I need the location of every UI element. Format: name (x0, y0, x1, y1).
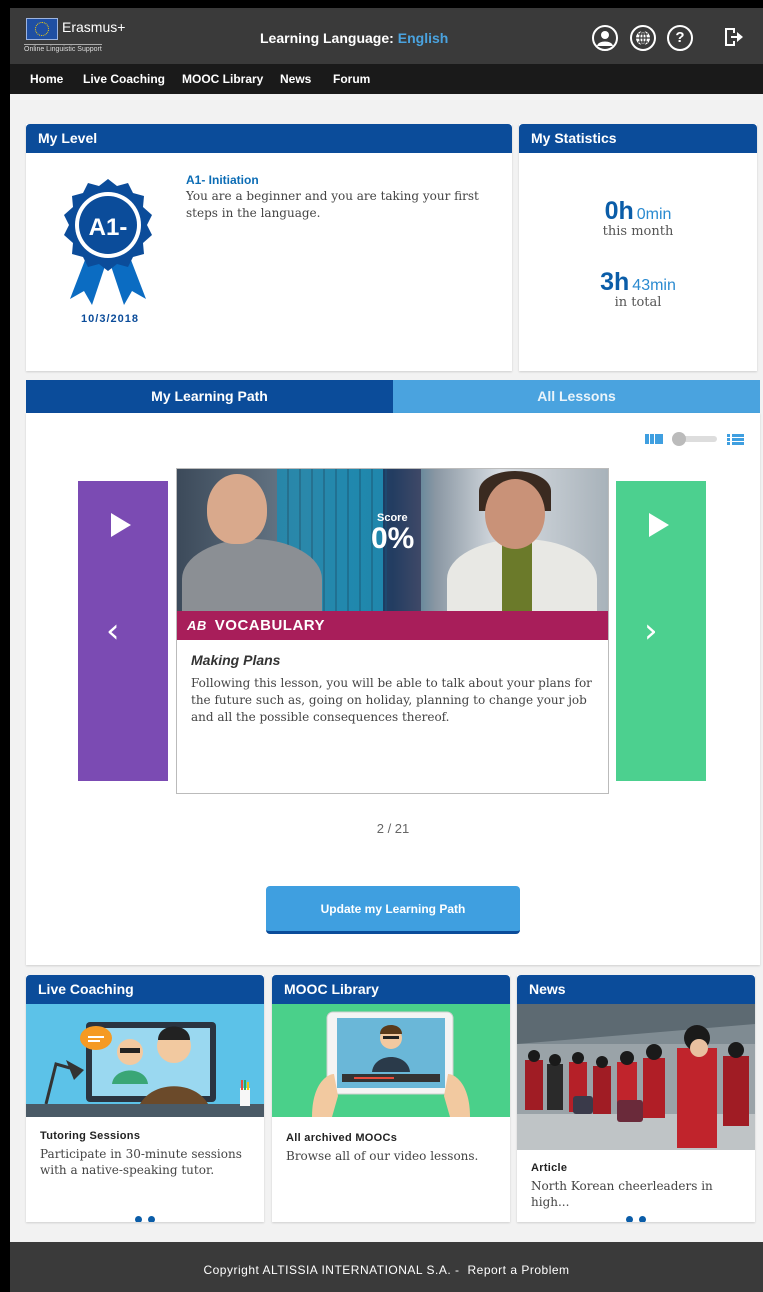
news-item-desc: North Korean cheerleaders in high... (531, 1179, 713, 1209)
lesson-pager: 2 / 21 (376, 821, 410, 836)
stat-month-hours: 0h (604, 197, 634, 225)
erasmus-logo[interactable]: Erasmus+ Online Linguistic Support (24, 16, 134, 56)
next-lesson-button[interactable]: › (616, 481, 706, 781)
news-card[interactable]: News Article North Korean cheerleaders i… (517, 975, 755, 1222)
brand-subtitle: Online Linguistic Support (24, 44, 102, 53)
tab-all-lessons[interactable]: All Lessons (393, 380, 760, 413)
live-coaching-dots[interactable] (26, 1210, 264, 1222)
main-nav: Home Live Coaching MOOC Library News For… (10, 64, 763, 94)
previous-lesson-button[interactable]: ‹ (78, 481, 168, 781)
nav-home[interactable]: Home (30, 72, 63, 86)
score-value: 0% (371, 522, 415, 555)
live-coaching-item-desc: Participate in 30-minute sessions with a… (40, 1147, 242, 1177)
stat-this-month: 0h 0min this month (519, 197, 757, 239)
update-learning-path-button[interactable]: Update my Learning Path (266, 886, 520, 934)
live-coaching-title: Live Coaching (26, 975, 264, 1004)
live-coaching-card[interactable]: Live Coaching Tutoring Sessions Particip… (26, 975, 264, 1222)
live-coaching-illustration (26, 1004, 264, 1117)
play-icon (111, 513, 131, 537)
list-view-icon (727, 434, 744, 445)
footer-copyright: Copyright ALTISSIA INTERNATIONAL S.A. - (203, 1263, 460, 1277)
mooc-library-card[interactable]: MOOC Library All archived MOOCs Browse a… (272, 975, 510, 1222)
mooc-library-title: MOOC Library (272, 975, 510, 1004)
user-icon[interactable] (592, 25, 618, 51)
level-description: You are a beginner and you are taking yo… (186, 189, 479, 220)
chevron-right-icon: › (644, 611, 658, 651)
mooc-illustration (272, 1004, 510, 1117)
help-icon[interactable]: ? (667, 25, 693, 51)
live-coaching-item-title: Tutoring Sessions (40, 1130, 141, 1142)
stat-month-minutes: 0min (636, 206, 672, 223)
news-title: News (517, 975, 755, 1004)
learning-language-label: Learning Language: (260, 30, 394, 46)
grid-view-icon (645, 434, 663, 444)
badge-text: A1- (89, 214, 128, 241)
learning-path-panel: ‹ Score 0% AB VOCABULARY Making Plans Fol… (26, 413, 760, 965)
my-statistics-card: My Statistics 0h 0min this month 3h 43min … (519, 124, 757, 371)
lesson-description: Following this lesson, you will be able … (191, 676, 592, 724)
view-toggle[interactable] (645, 432, 745, 446)
learning-language-value[interactable]: English (398, 30, 449, 46)
mooc-item-desc: Browse all of our video lessons. (286, 1149, 479, 1163)
my-level-card: My Level A1- 10/3/2018 A1- Initiation Yo… (26, 124, 512, 371)
lesson-card[interactable]: Score 0% AB VOCABULARY Making Plans Follo… (176, 468, 609, 794)
mooc-item-title: All archived MOOCs (286, 1132, 398, 1144)
stat-total: 3h 43min in total (519, 268, 757, 310)
learning-tabs: My Learning Path All Lessons (26, 380, 760, 413)
chevron-left-icon: ‹ (106, 611, 120, 651)
nav-news[interactable]: News (280, 72, 311, 86)
news-item-title: Article (531, 1162, 568, 1174)
vocabulary-icon: AB (187, 618, 207, 633)
nav-mooc-library[interactable]: MOOC Library (182, 72, 263, 86)
level-date: 10/3/2018 (81, 313, 139, 325)
play-icon (649, 513, 669, 537)
news-dots[interactable] (517, 1210, 755, 1222)
level-badge-icon: A1- (60, 177, 156, 307)
lesson-photo: Score 0% (177, 469, 608, 611)
app-root: Erasmus+ Online Linguistic Support Learn… (10, 8, 763, 1292)
report-problem-link[interactable]: Report a Problem (467, 1263, 569, 1277)
footer: Copyright ALTISSIA INTERNATIONAL S.A. - R… (10, 1242, 763, 1292)
lesson-category: AB VOCABULARY (177, 611, 608, 640)
nav-forum[interactable]: Forum (333, 72, 370, 86)
eu-flag-icon (26, 18, 58, 40)
my-statistics-title: My Statistics (519, 124, 757, 153)
learning-language: Learning Language: English (260, 30, 448, 46)
nav-live-coaching[interactable]: Live Coaching (83, 72, 165, 86)
logout-icon[interactable] (722, 26, 744, 48)
my-level-title: My Level (26, 124, 512, 153)
globe-icon[interactable] (630, 25, 656, 51)
tab-my-learning-path[interactable]: My Learning Path (26, 380, 393, 413)
stat-total-label: in total (614, 295, 662, 310)
stat-total-minutes: 43min (632, 277, 676, 294)
brand-name: Erasmus+ (62, 19, 126, 35)
level-name: A1- Initiation (186, 173, 259, 187)
stat-month-label: this month (602, 224, 674, 239)
news-photo (517, 1004, 755, 1150)
lesson-title: Making Plans (191, 652, 281, 668)
stat-total-hours: 3h (600, 268, 630, 296)
lesson-category-label: VOCABULARY (214, 617, 326, 634)
top-bar: Erasmus+ Online Linguistic Support Learn… (10, 8, 763, 64)
